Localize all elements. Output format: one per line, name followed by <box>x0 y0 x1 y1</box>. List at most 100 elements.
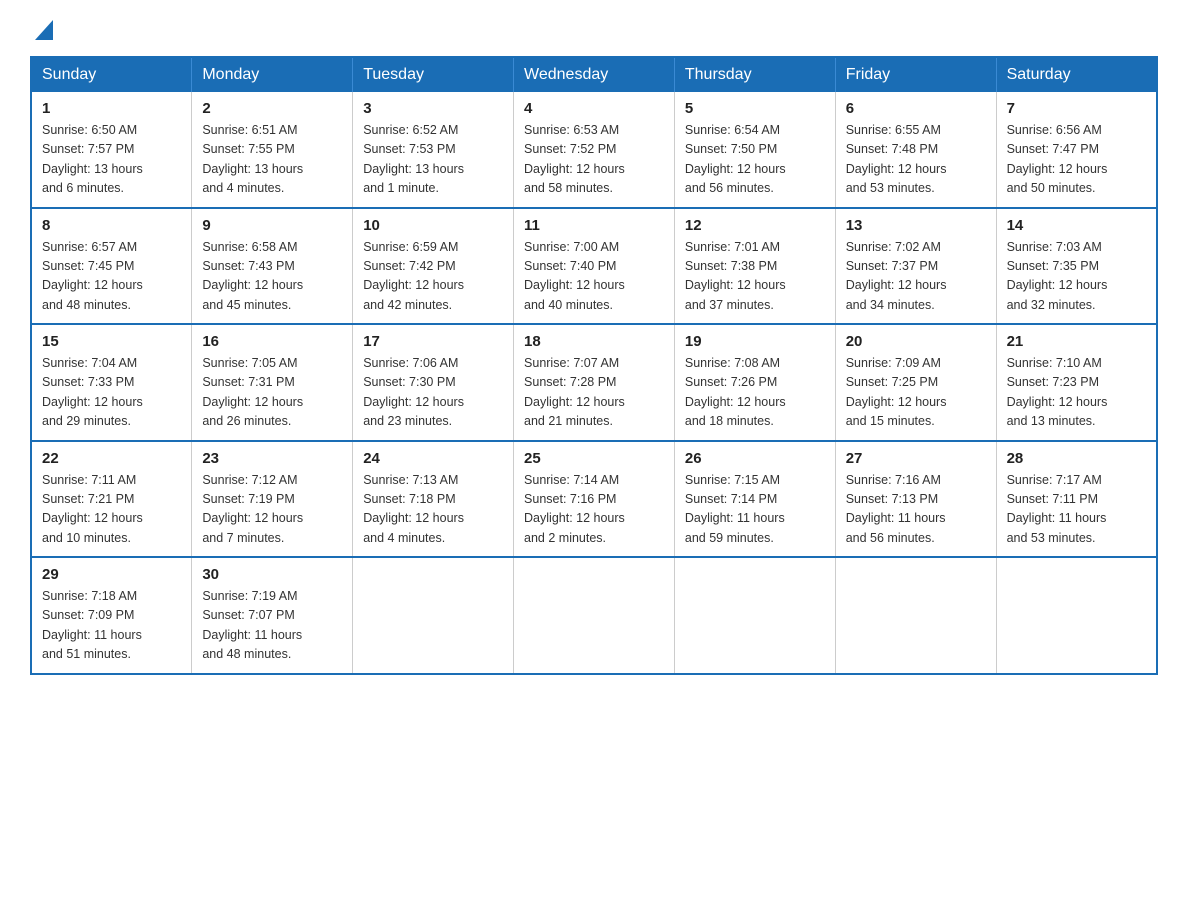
day-number: 19 <box>685 333 825 350</box>
day-number: 16 <box>202 333 342 350</box>
day-number: 8 <box>42 217 181 234</box>
day-info: Sunrise: 6:56 AMSunset: 7:47 PMDaylight:… <box>1007 121 1146 199</box>
calendar-cell: 14 Sunrise: 7:03 AMSunset: 7:35 PMDaylig… <box>996 208 1157 325</box>
day-number: 12 <box>685 217 825 234</box>
day-info: Sunrise: 6:53 AMSunset: 7:52 PMDaylight:… <box>524 121 664 199</box>
day-number: 21 <box>1007 333 1146 350</box>
calendar-table: SundayMondayTuesdayWednesdayThursdayFrid… <box>30 56 1158 675</box>
week-row-4: 22 Sunrise: 7:11 AMSunset: 7:21 PMDaylig… <box>31 441 1157 558</box>
calendar-cell: 29 Sunrise: 7:18 AMSunset: 7:09 PMDaylig… <box>31 557 192 674</box>
day-info: Sunrise: 7:01 AMSunset: 7:38 PMDaylight:… <box>685 238 825 316</box>
calendar-cell: 23 Sunrise: 7:12 AMSunset: 7:19 PMDaylig… <box>192 441 353 558</box>
day-number: 5 <box>685 100 825 117</box>
week-row-3: 15 Sunrise: 7:04 AMSunset: 7:33 PMDaylig… <box>31 324 1157 441</box>
day-info: Sunrise: 7:19 AMSunset: 7:07 PMDaylight:… <box>202 587 342 665</box>
calendar-cell: 30 Sunrise: 7:19 AMSunset: 7:07 PMDaylig… <box>192 557 353 674</box>
calendar-cell: 28 Sunrise: 7:17 AMSunset: 7:11 PMDaylig… <box>996 441 1157 558</box>
day-info: Sunrise: 6:52 AMSunset: 7:53 PMDaylight:… <box>363 121 503 199</box>
day-info: Sunrise: 7:03 AMSunset: 7:35 PMDaylight:… <box>1007 238 1146 316</box>
calendar-cell: 13 Sunrise: 7:02 AMSunset: 7:37 PMDaylig… <box>835 208 996 325</box>
calendar-cell: 27 Sunrise: 7:16 AMSunset: 7:13 PMDaylig… <box>835 441 996 558</box>
calendar-cell: 1 Sunrise: 6:50 AMSunset: 7:57 PMDayligh… <box>31 92 192 208</box>
day-info: Sunrise: 7:10 AMSunset: 7:23 PMDaylight:… <box>1007 354 1146 432</box>
page-header <box>30 20 1158 40</box>
day-info: Sunrise: 7:08 AMSunset: 7:26 PMDaylight:… <box>685 354 825 432</box>
day-info: Sunrise: 7:05 AMSunset: 7:31 PMDaylight:… <box>202 354 342 432</box>
day-info: Sunrise: 6:59 AMSunset: 7:42 PMDaylight:… <box>363 238 503 316</box>
calendar-cell: 10 Sunrise: 6:59 AMSunset: 7:42 PMDaylig… <box>353 208 514 325</box>
day-info: Sunrise: 7:15 AMSunset: 7:14 PMDaylight:… <box>685 471 825 549</box>
day-number: 27 <box>846 450 986 467</box>
header-saturday: Saturday <box>996 57 1157 92</box>
day-number: 15 <box>42 333 181 350</box>
logo-triangle-icon <box>35 20 53 40</box>
day-number: 14 <box>1007 217 1146 234</box>
calendar-cell: 19 Sunrise: 7:08 AMSunset: 7:26 PMDaylig… <box>674 324 835 441</box>
day-number: 23 <box>202 450 342 467</box>
calendar-cell: 3 Sunrise: 6:52 AMSunset: 7:53 PMDayligh… <box>353 92 514 208</box>
calendar-cell: 15 Sunrise: 7:04 AMSunset: 7:33 PMDaylig… <box>31 324 192 441</box>
day-info: Sunrise: 7:02 AMSunset: 7:37 PMDaylight:… <box>846 238 986 316</box>
calendar-cell: 20 Sunrise: 7:09 AMSunset: 7:25 PMDaylig… <box>835 324 996 441</box>
calendar-cell <box>353 557 514 674</box>
calendar-cell <box>835 557 996 674</box>
day-number: 24 <box>363 450 503 467</box>
day-number: 26 <box>685 450 825 467</box>
header-sunday: Sunday <box>31 57 192 92</box>
calendar-cell: 21 Sunrise: 7:10 AMSunset: 7:23 PMDaylig… <box>996 324 1157 441</box>
day-info: Sunrise: 7:07 AMSunset: 7:28 PMDaylight:… <box>524 354 664 432</box>
day-number: 20 <box>846 333 986 350</box>
header-monday: Monday <box>192 57 353 92</box>
calendar-cell: 22 Sunrise: 7:11 AMSunset: 7:21 PMDaylig… <box>31 441 192 558</box>
day-number: 1 <box>42 100 181 117</box>
day-number: 25 <box>524 450 664 467</box>
day-info: Sunrise: 7:17 AMSunset: 7:11 PMDaylight:… <box>1007 471 1146 549</box>
day-number: 28 <box>1007 450 1146 467</box>
header-tuesday: Tuesday <box>353 57 514 92</box>
day-number: 6 <box>846 100 986 117</box>
calendar-cell: 8 Sunrise: 6:57 AMSunset: 7:45 PMDayligh… <box>31 208 192 325</box>
calendar-cell: 5 Sunrise: 6:54 AMSunset: 7:50 PMDayligh… <box>674 92 835 208</box>
day-info: Sunrise: 6:57 AMSunset: 7:45 PMDaylight:… <box>42 238 181 316</box>
day-number: 10 <box>363 217 503 234</box>
week-row-5: 29 Sunrise: 7:18 AMSunset: 7:09 PMDaylig… <box>31 557 1157 674</box>
day-number: 11 <box>524 217 664 234</box>
day-number: 18 <box>524 333 664 350</box>
day-number: 13 <box>846 217 986 234</box>
calendar-cell: 26 Sunrise: 7:15 AMSunset: 7:14 PMDaylig… <box>674 441 835 558</box>
calendar-cell: 16 Sunrise: 7:05 AMSunset: 7:31 PMDaylig… <box>192 324 353 441</box>
day-number: 3 <box>363 100 503 117</box>
calendar-cell: 25 Sunrise: 7:14 AMSunset: 7:16 PMDaylig… <box>514 441 675 558</box>
day-info: Sunrise: 6:54 AMSunset: 7:50 PMDaylight:… <box>685 121 825 199</box>
calendar-cell: 12 Sunrise: 7:01 AMSunset: 7:38 PMDaylig… <box>674 208 835 325</box>
week-row-2: 8 Sunrise: 6:57 AMSunset: 7:45 PMDayligh… <box>31 208 1157 325</box>
day-info: Sunrise: 6:55 AMSunset: 7:48 PMDaylight:… <box>846 121 986 199</box>
day-number: 22 <box>42 450 181 467</box>
calendar-cell <box>514 557 675 674</box>
day-number: 2 <box>202 100 342 117</box>
day-info: Sunrise: 6:50 AMSunset: 7:57 PMDaylight:… <box>42 121 181 199</box>
day-info: Sunrise: 7:18 AMSunset: 7:09 PMDaylight:… <box>42 587 181 665</box>
week-row-1: 1 Sunrise: 6:50 AMSunset: 7:57 PMDayligh… <box>31 92 1157 208</box>
calendar-cell <box>674 557 835 674</box>
day-info: Sunrise: 6:51 AMSunset: 7:55 PMDaylight:… <box>202 121 342 199</box>
day-info: Sunrise: 7:06 AMSunset: 7:30 PMDaylight:… <box>363 354 503 432</box>
day-info: Sunrise: 7:09 AMSunset: 7:25 PMDaylight:… <box>846 354 986 432</box>
header-friday: Friday <box>835 57 996 92</box>
header-wednesday: Wednesday <box>514 57 675 92</box>
calendar-header-row: SundayMondayTuesdayWednesdayThursdayFrid… <box>31 57 1157 92</box>
day-number: 9 <box>202 217 342 234</box>
calendar-cell: 2 Sunrise: 6:51 AMSunset: 7:55 PMDayligh… <box>192 92 353 208</box>
calendar-cell: 18 Sunrise: 7:07 AMSunset: 7:28 PMDaylig… <box>514 324 675 441</box>
calendar-cell: 24 Sunrise: 7:13 AMSunset: 7:18 PMDaylig… <box>353 441 514 558</box>
day-number: 4 <box>524 100 664 117</box>
calendar-cell: 6 Sunrise: 6:55 AMSunset: 7:48 PMDayligh… <box>835 92 996 208</box>
calendar-cell: 17 Sunrise: 7:06 AMSunset: 7:30 PMDaylig… <box>353 324 514 441</box>
day-number: 30 <box>202 566 342 583</box>
logo <box>30 20 58 40</box>
day-info: Sunrise: 7:04 AMSunset: 7:33 PMDaylight:… <box>42 354 181 432</box>
day-number: 7 <box>1007 100 1146 117</box>
calendar-cell: 9 Sunrise: 6:58 AMSunset: 7:43 PMDayligh… <box>192 208 353 325</box>
day-number: 17 <box>363 333 503 350</box>
day-info: Sunrise: 7:13 AMSunset: 7:18 PMDaylight:… <box>363 471 503 549</box>
